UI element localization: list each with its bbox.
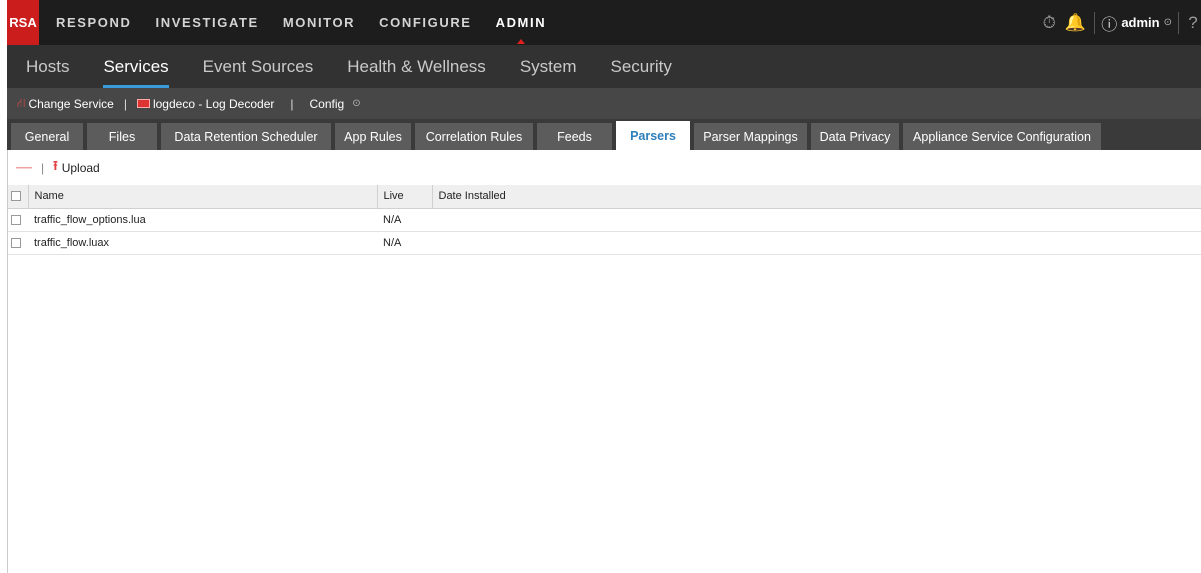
config-tabs: General Files Data Retention Scheduler A… [7, 119, 1201, 150]
row-select-cell [8, 231, 28, 255]
chevron-down-icon: ⊙ [1163, 17, 1172, 28]
service-toolbar: ⛙ Change Service | logdeco - Log Decoder… [7, 88, 1201, 119]
tab-data-retention-scheduler[interactable]: Data Retention Scheduler [161, 123, 331, 150]
parser-name: traffic_flow.luax [28, 231, 377, 255]
tab-parser-mappings[interactable]: Parser Mappings [694, 123, 807, 150]
parser-name: traffic_flow_options.lua [28, 208, 377, 232]
top-navigation-bar: RSA RESPOND INVESTIGATE MONITOR CONFIGUR… [7, 0, 1201, 45]
nav-admin[interactable]: ADMIN [496, 0, 547, 45]
subnav-system[interactable]: System [520, 45, 577, 88]
parser-live: N/A [377, 208, 432, 232]
column-header-live[interactable]: Live [377, 185, 433, 209]
subnav-services[interactable]: Services [103, 45, 169, 88]
hierarchy-icon: ⛙ [17, 95, 26, 110]
service-selector[interactable]: logdeco - Log Decoder [136, 96, 275, 111]
primary-nav: RESPOND INVESTIGATE MONITOR CONFIGURE AD… [56, 0, 570, 45]
change-service-button[interactable]: ⛙ Change Service [17, 96, 114, 112]
row-checkbox[interactable] [11, 237, 21, 248]
tab-appliance-service-configuration[interactable]: Appliance Service Configuration [903, 123, 1101, 150]
nav-respond[interactable]: RESPOND [56, 0, 132, 45]
table-row[interactable]: traffic_flow.luax N/A [8, 231, 1201, 255]
tab-data-privacy[interactable]: Data Privacy [811, 123, 899, 150]
view-dropdown[interactable]: Config ⊙ [310, 97, 361, 111]
top-right-tools: ⏱ 🔔 ⓘ admin ⊙ ? [1036, 0, 1201, 45]
tab-correlation-rules[interactable]: Correlation Rules [415, 123, 533, 150]
upload-icon: ⭱ [53, 157, 58, 173]
subnav-hosts[interactable]: Hosts [26, 45, 69, 88]
change-service-label: Change Service [28, 96, 114, 111]
nav-monitor[interactable]: MONITOR [283, 0, 355, 45]
username: admin [1121, 15, 1160, 30]
upload-button[interactable]: Upload [62, 161, 100, 175]
view-label: Config [309, 96, 345, 111]
table-header-row: Name Live Date Installed [8, 185, 1201, 209]
user-icon: ⓘ [1101, 16, 1118, 34]
parser-date-installed [432, 208, 1201, 232]
subnav-event-sources[interactable]: Event Sources [203, 45, 314, 88]
parser-actions-toolbar: — | ⭱ Upload [8, 150, 1201, 185]
parser-live: N/A [377, 231, 432, 255]
help-icon[interactable]: ? [1185, 13, 1201, 33]
tab-feeds[interactable]: Feeds [537, 123, 612, 150]
row-checkbox[interactable] [11, 214, 21, 225]
separator: | [41, 160, 45, 175]
active-caret-icon [516, 39, 525, 44]
divider [1094, 11, 1096, 34]
divider [1178, 11, 1179, 34]
separator: | [290, 96, 294, 111]
tab-general[interactable]: General [11, 123, 83, 150]
table-row[interactable]: traffic_flow_options.lua N/A [8, 208, 1201, 232]
tab-app-rules[interactable]: App Rules [335, 123, 411, 150]
parsers-table: Name Live Date Installed traffic_flow_op… [8, 185, 1201, 255]
rsa-logo: RSA [7, 0, 39, 45]
nav-admin-label: ADMIN [495, 15, 547, 30]
select-all-cell [8, 185, 29, 209]
separator: | [123, 96, 127, 111]
row-select-cell [8, 208, 28, 232]
timer-icon[interactable]: ⏱ [1036, 13, 1062, 33]
bell-icon[interactable]: 🔔 [1062, 13, 1088, 33]
remove-icon[interactable]: — [16, 159, 32, 177]
tab-parsers[interactable]: Parsers [616, 121, 690, 150]
column-header-name[interactable]: Name [28, 185, 378, 209]
nav-configure[interactable]: CONFIGURE [379, 0, 471, 45]
tab-files[interactable]: Files [87, 123, 157, 150]
admin-subnav: Hosts Services Event Sources Health & We… [7, 45, 1201, 88]
parsers-panel: — | ⭱ Upload Name Live Date Installed tr… [7, 150, 1201, 573]
chevron-down-icon: ⊙ [352, 98, 361, 109]
subnav-security[interactable]: Security [611, 45, 672, 88]
subnav-health-wellness[interactable]: Health & Wellness [347, 45, 486, 88]
nav-investigate[interactable]: INVESTIGATE [156, 0, 259, 45]
parser-date-installed [432, 231, 1201, 255]
device-icon [136, 99, 150, 108]
select-all-checkbox[interactable] [11, 191, 21, 202]
user-menu[interactable]: ⓘ admin ⊙ [1101, 11, 1172, 35]
service-name: logdeco - Log Decoder [152, 96, 275, 111]
column-header-date-installed[interactable]: Date Installed [432, 185, 1201, 209]
